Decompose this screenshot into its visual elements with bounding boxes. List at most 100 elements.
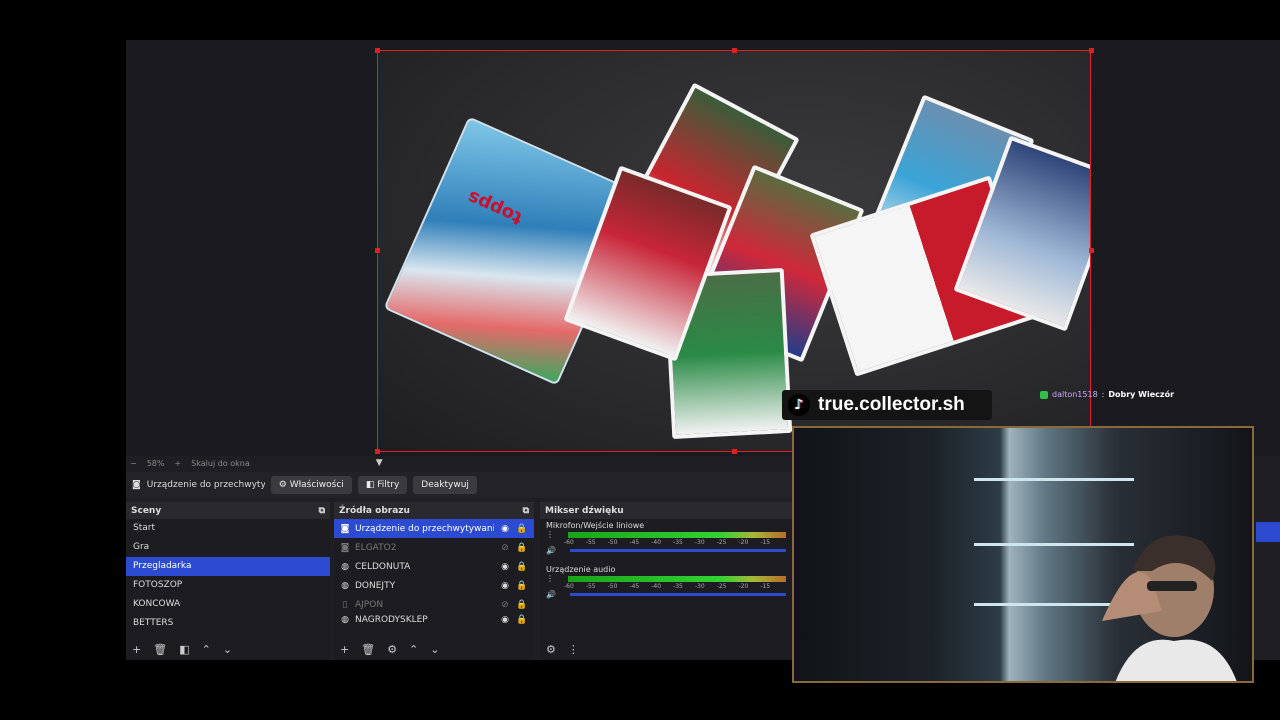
- scenes-title: Sceny: [131, 506, 162, 516]
- browser-icon: ◍: [341, 561, 349, 572]
- scene-item[interactable]: Przegladarka: [126, 557, 330, 576]
- move-down-button[interactable]: ⌄: [223, 643, 232, 656]
- kebab-menu-icon[interactable]: ⋮: [546, 530, 554, 539]
- chat-user: dalton1518: [1052, 390, 1098, 399]
- scale-to-window[interactable]: Skaluj do okna: [191, 459, 250, 468]
- selected-source-name: Urządzenie do przechwyty: [146, 480, 265, 490]
- eye-icon[interactable]: ◉: [499, 581, 511, 591]
- webcam-overlay: [792, 426, 1254, 683]
- camera-icon: ◙: [340, 542, 350, 553]
- gear-icon: ⚙: [278, 480, 287, 490]
- level-meter: [568, 575, 786, 582]
- lock-icon[interactable]: 🔒: [516, 600, 528, 610]
- sources-title: Źródła obrazu: [339, 506, 410, 516]
- channel-name: Urządzenie audio: [546, 565, 616, 574]
- resize-handle[interactable]: [375, 48, 380, 53]
- lock-icon[interactable]: 🔒: [516, 581, 528, 591]
- mixer-dock: Mikser dźwięku Mikrofon/Wejście liniowe …: [540, 502, 792, 660]
- file-icon: ▯: [342, 599, 348, 610]
- lock-icon[interactable]: 🔒: [516, 562, 528, 572]
- move-down-button[interactable]: ⌄: [430, 643, 439, 656]
- badge-icon: [1040, 390, 1048, 399]
- mixer-channel: Urządzenie audio ⋮ -60 -55 -50 -45 -40 -35 -30…: [540, 563, 792, 601]
- channel-name: Mikrofon/Wejście liniowe: [546, 521, 645, 530]
- chat-message: dalton1518 : Dobry Wieczór: [1040, 390, 1174, 399]
- source-toolbar: ◙ Urządzenie do przechwyty ⚙ Właściwości…: [126, 472, 806, 498]
- scenes-dock: Sceny ⧉ Start Gra Przegladarka FOTOSZOP K…: [126, 502, 330, 660]
- eye-icon[interactable]: ◉: [499, 615, 511, 625]
- camera-icon: ◙: [340, 523, 350, 534]
- resize-handle[interactable]: [732, 449, 737, 454]
- source-item[interactable]: ◍ CELDONUTA ◉ 🔒: [334, 557, 534, 576]
- source-item[interactable]: ◍ NAGRODYSKLEP ◉ 🔒: [334, 614, 534, 626]
- browser-icon: ◍: [341, 580, 349, 591]
- mixer-title: Mikser dźwięku: [545, 506, 624, 516]
- streamer-silhouette: [1102, 535, 1237, 681]
- kebab-menu-icon[interactable]: ⋮: [568, 643, 579, 656]
- chat-text: Dobry Wieczór: [1108, 390, 1175, 399]
- scene-item[interactable]: Gra: [126, 538, 330, 557]
- eye-hidden-icon[interactable]: ⊘: [499, 543, 511, 553]
- source-list: ◙Urządzenie do przechwytywania wid◉🔒 ◙EL…: [334, 519, 534, 626]
- camera-icon: ◙: [132, 480, 141, 490]
- dock-float-icon[interactable]: ⧉: [523, 506, 529, 516]
- volume-slider[interactable]: [569, 549, 786, 552]
- lock-icon[interactable]: 🔒: [516, 524, 528, 534]
- meter-ticks: -60 -55 -50 -45 -40 -35 -30 -25 -20 -15: [564, 583, 771, 590]
- sources-dock: Źródła obrazu ⧉ ◙ Urządzenie do przechwyty…: [334, 502, 534, 660]
- lock-icon[interactable]: 🔒: [516, 543, 528, 553]
- overlay-handle: true.collector.sh: [818, 394, 965, 415]
- screen: topps ♪ true.collector.sh − 58% + Skaluj…: [0, 0, 1280, 720]
- move-up-button[interactable]: ⌃: [202, 643, 211, 656]
- tiktok-overlay: ♪ true.collector.sh: [782, 390, 992, 420]
- browser-icon: ◍: [341, 615, 349, 625]
- volume-slider[interactable]: [569, 593, 786, 596]
- remove-source-button[interactable]: 🗑: [361, 643, 375, 656]
- meter-ticks: -60 -55 -50 -45 -40 -35 -30 -25 -20 -15: [564, 539, 771, 546]
- scene-item[interactable]: FOTOSZOP: [126, 576, 330, 595]
- speaker-icon[interactable]: 🔊: [546, 546, 556, 555]
- scene-item[interactable]: KONCOWA: [126, 595, 330, 614]
- zoom-out-button[interactable]: −: [130, 459, 137, 468]
- source-item[interactable]: ◍ DONEJTY ◉ 🔒: [334, 576, 534, 595]
- scene-item[interactable]: Start: [126, 519, 330, 538]
- remove-scene-button[interactable]: 🗑: [153, 643, 167, 656]
- advanced-audio-icon[interactable]: ⚙: [546, 643, 556, 656]
- tiktok-icon: ♪: [788, 394, 810, 416]
- chevron-down-icon[interactable]: ▼: [376, 458, 383, 468]
- scene-list: Start Gra Przegladarka FOTOSZOP KONCOWA …: [126, 519, 330, 626]
- shelf: [974, 478, 1134, 481]
- eye-hidden-icon[interactable]: ⊘: [499, 600, 511, 610]
- source-item[interactable]: ▯ AJPON ⊘ 🔒: [334, 595, 534, 614]
- resize-handle[interactable]: [375, 248, 380, 253]
- scene-filter-button[interactable]: ◧: [179, 643, 189, 656]
- deactivate-button[interactable]: Deaktywuj: [413, 476, 477, 494]
- resize-handle[interactable]: [732, 48, 737, 53]
- resize-handle[interactable]: [375, 449, 380, 454]
- eye-icon[interactable]: ◉: [499, 562, 511, 572]
- filters-button[interactable]: ◧ Filtry: [357, 476, 408, 494]
- zoom-in-button[interactable]: +: [174, 459, 181, 468]
- eye-icon[interactable]: ◉: [499, 524, 511, 534]
- resize-handle[interactable]: [1089, 48, 1094, 53]
- add-source-button[interactable]: +: [340, 643, 349, 656]
- mixer-channel: Mikrofon/Wejście liniowe ⋮ -60 -55 -50 -45-…: [540, 519, 792, 557]
- scene-item[interactable]: BETTERS: [126, 614, 330, 626]
- source-item[interactable]: ◙ ELGATO2 ⊘ 🔒: [334, 538, 534, 557]
- add-scene-button[interactable]: +: [132, 643, 141, 656]
- move-up-button[interactable]: ⌃: [409, 643, 418, 656]
- lock-icon[interactable]: 🔒: [516, 615, 528, 625]
- preview-frame[interactable]: topps ♪ true.collector.sh: [377, 50, 1091, 452]
- properties-button[interactable]: ⚙ Właściwości: [270, 476, 352, 494]
- source-item[interactable]: ◙Urządzenie do przechwytywania wid◉🔒: [334, 519, 534, 538]
- source-properties-button[interactable]: ⚙: [387, 643, 397, 656]
- kebab-menu-icon[interactable]: ⋮: [546, 574, 554, 583]
- level-meter: [568, 531, 786, 538]
- speaker-icon[interactable]: 🔊: [546, 590, 556, 599]
- dock-float-icon[interactable]: ⧉: [319, 506, 325, 516]
- filter-icon: ◧: [365, 480, 375, 490]
- zoom-level: 58%: [146, 458, 165, 468]
- side-highlight: [1256, 522, 1280, 542]
- resize-handle[interactable]: [1089, 248, 1094, 253]
- zoom-bar: − 58% + Skaluj do okna ▼: [130, 458, 383, 468]
